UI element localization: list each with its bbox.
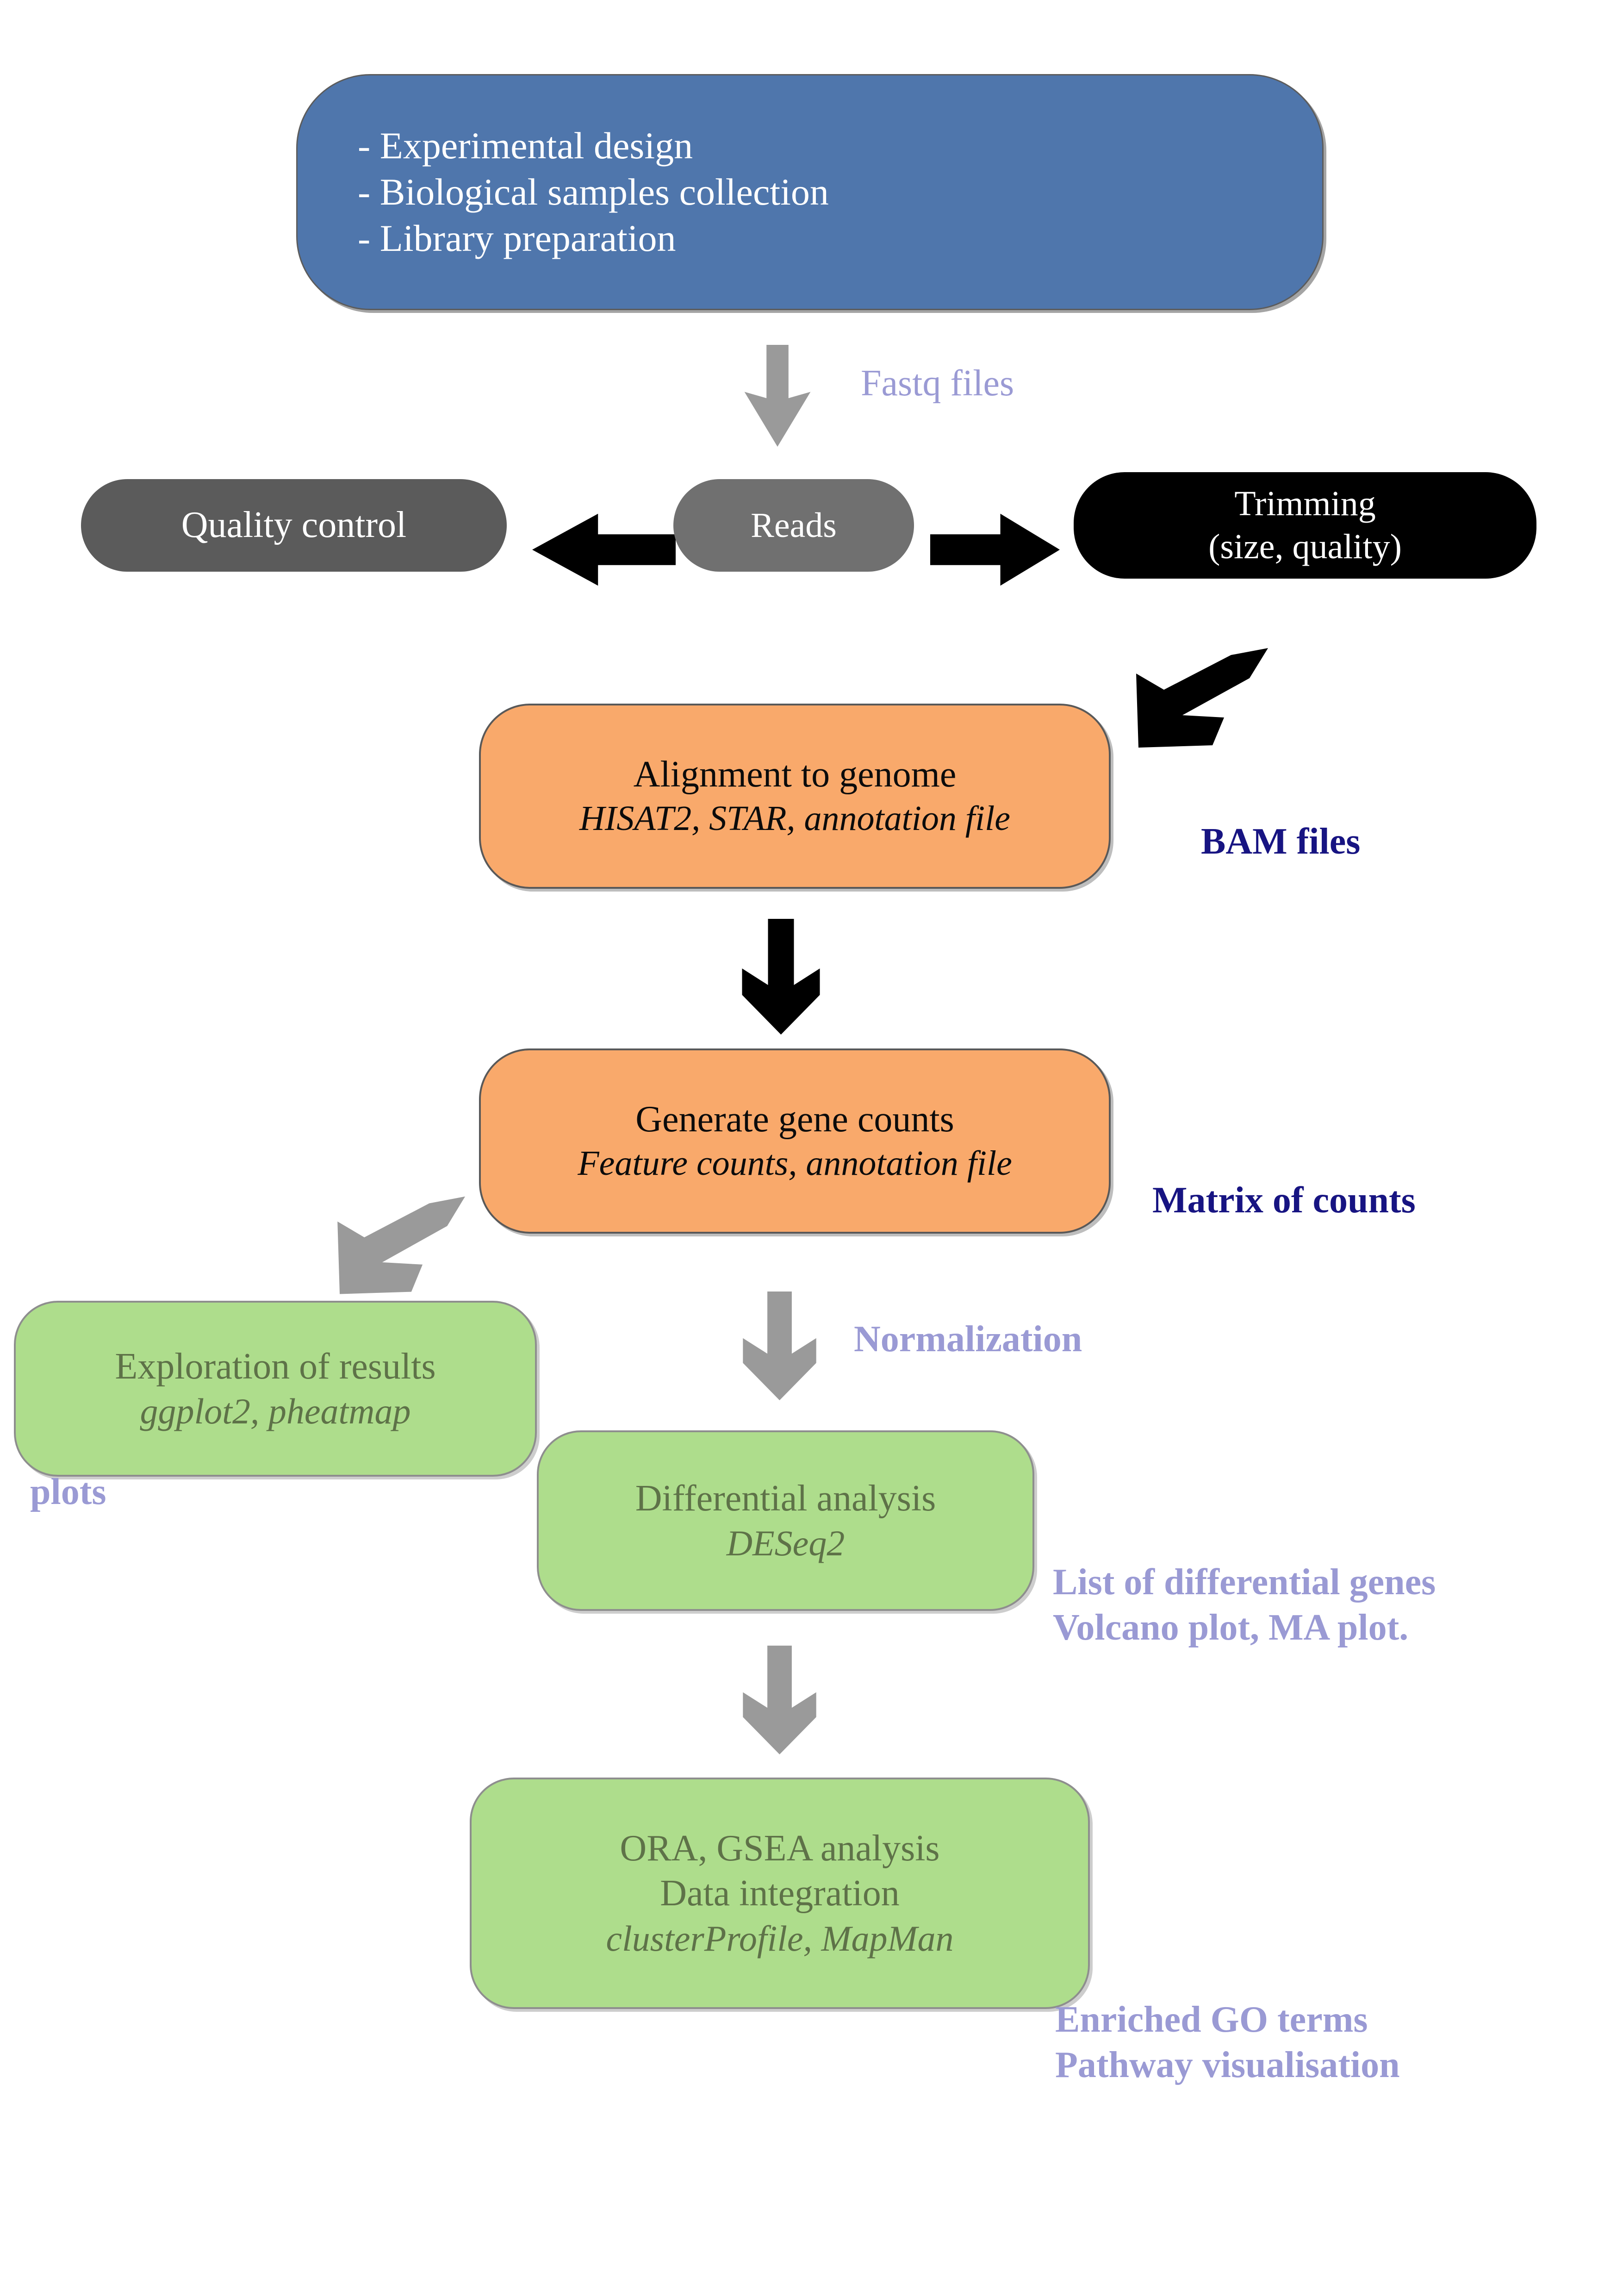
label-enriched-go-terms: Enriched GO terms Pathway visualisation [1055,1999,1400,2085]
exploration-line-1: Exploration of results [115,1346,436,1387]
node-experimental-design[interactable]: - Experimental design - Biological sampl… [296,74,1324,310]
reads-label: Reads [751,505,837,545]
workflow-diagram: - Experimental design - Biological sampl… [0,0,1623,2296]
down-arrow-grey-normalization-icon [741,1292,818,1400]
down-arrow-grey-fastq-icon [738,345,817,447]
diagonal-down-left-arrow-black-icon [1125,643,1268,759]
label-fastq-files: Fastq files [861,363,1014,404]
label-normalization: Normalization [854,1319,1082,1360]
gene-counts-line-1: Generate gene counts [635,1098,954,1140]
node-reads[interactable]: Reads [673,479,914,572]
exploration-line-2: ggplot2, pheatmap [140,1391,411,1432]
experimental-design-line-1: - Experimental design [358,124,693,167]
differential-line-1: Differential analysis [635,1478,936,1519]
node-trimming[interactable]: Trimming (size, quality) [1074,472,1536,579]
node-generate-gene-counts[interactable]: Generate gene counts Feature counts, ann… [479,1048,1111,1234]
node-quality-control[interactable]: Quality control [81,479,507,572]
label-plots: plots [30,1472,106,1512]
enrichment-line-1: ORA, GSEA analysis [620,1828,940,1869]
enrichment-line-3: clusterProfile, MapMan [606,1918,954,1959]
node-exploration-of-results[interactable]: Exploration of results ggplot2, pheatmap [14,1301,537,1477]
left-arrow-black-reads-to-qc-icon [532,507,676,593]
alignment-line-2: HISAT2, STAR, annotation file [579,799,1010,838]
label-list-of-differential-genes: List of differential genes Volcano plot,… [1053,1562,1436,1648]
label-bam-files: BAM files [1201,821,1361,862]
alignment-line-1: Alignment to genome [633,754,957,795]
quality-control-label: Quality control [181,505,407,546]
trimming-line-2: (size, quality) [1208,527,1402,566]
label-matrix-of-counts: Matrix of counts [1152,1180,1416,1221]
node-ora-gsea-analysis[interactable]: ORA, GSEA analysis Data integration clus… [470,1778,1090,2009]
experimental-design-line-3: - Library preparation [358,217,676,260]
node-alignment-to-genome[interactable]: Alignment to genome HISAT2, STAR, annota… [479,704,1111,889]
node-differential-analysis[interactable]: Differential analysis DESeq2 [537,1430,1034,1611]
down-arrow-grey-differential-to-enrichment-icon [741,1646,818,1754]
diagonal-down-left-arrow-grey-icon [326,1192,465,1305]
trimming-line-1: Trimming [1234,484,1376,524]
gene-counts-line-2: Feature counts, annotation file [578,1144,1012,1183]
enrichment-line-2: Data integration [660,1873,900,1914]
right-arrow-black-reads-to-trimming-icon [930,507,1060,593]
experimental-design-line-2: - Biological samples collection [358,170,829,213]
down-arrow-black-alignment-to-counts-icon [740,919,821,1035]
differential-line-2: DESeq2 [726,1523,845,1564]
